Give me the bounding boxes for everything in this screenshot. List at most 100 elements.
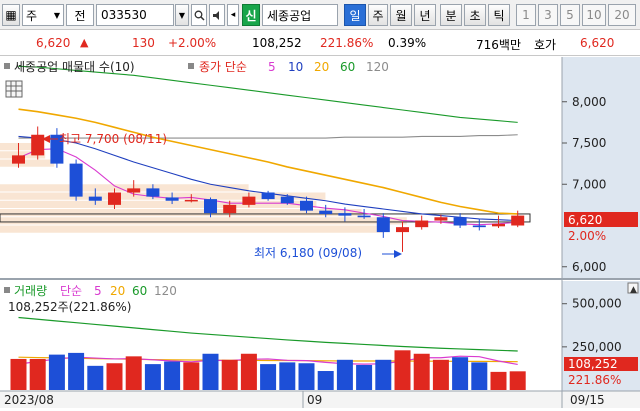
interval-button-5[interactable]: 5 xyxy=(560,4,580,26)
volume-bar xyxy=(87,365,104,390)
volume-bar xyxy=(452,357,469,390)
period-tab-second[interactable]: 초 xyxy=(464,4,486,26)
period-tab-week[interactable]: 주 xyxy=(368,4,388,26)
interval-button-10[interactable]: 10 xyxy=(582,4,606,26)
speaker-icon[interactable] xyxy=(209,4,225,26)
volume-bar xyxy=(125,356,142,390)
candle-body xyxy=(204,199,217,214)
volume-ma-60: 60 xyxy=(132,284,147,298)
search-glyph xyxy=(194,10,205,21)
period-tab-day[interactable]: 일 xyxy=(344,4,366,26)
volume-bar xyxy=(471,362,488,390)
sound-menu-icon[interactable]: ◂ xyxy=(227,4,239,26)
volume-profile-bar xyxy=(0,192,326,200)
volume-bar xyxy=(490,371,507,390)
candle-body xyxy=(146,188,160,197)
volume-bar xyxy=(10,358,27,390)
volume-bar xyxy=(202,353,219,390)
volume-bar xyxy=(164,361,181,390)
current-volume-tag-text: 108,252 xyxy=(568,357,618,371)
candle-body xyxy=(242,196,256,205)
candle-body xyxy=(108,192,121,205)
period-tab-year[interactable]: 년 xyxy=(414,4,436,26)
turnover-rate: 0.39% xyxy=(388,36,427,50)
price-change: 130 xyxy=(132,36,155,50)
volume-tick-label: 500,000 xyxy=(572,297,622,311)
search-icon[interactable] xyxy=(191,4,207,26)
volume-bar xyxy=(375,359,392,390)
stock-name-field[interactable]: 세종공업 xyxy=(262,4,338,26)
price-ma-label: 종가 단순 xyxy=(199,60,247,74)
volume-bar xyxy=(356,364,373,390)
trade-amount: 716백만 xyxy=(476,38,521,52)
candle-body xyxy=(396,227,409,233)
chevron-down-icon: ▼ xyxy=(53,10,60,20)
volume-bar xyxy=(48,354,65,390)
interval-button-3[interactable]: 3 xyxy=(538,4,558,26)
current-price: 6,620 xyxy=(36,36,71,50)
candle-body xyxy=(319,210,333,214)
stock-name: 세종공업 xyxy=(267,8,312,23)
price-ma-20: 20 xyxy=(314,60,329,74)
candle-body xyxy=(280,196,294,204)
volume-bar xyxy=(279,362,296,390)
market-select[interactable]: 주 ▼ xyxy=(22,4,64,26)
window-menu-icon[interactable]: ▦ xyxy=(2,4,20,26)
up-arrow-icon: ▲ xyxy=(80,36,89,49)
new-badge[interactable]: 신 xyxy=(242,4,260,26)
candle-body xyxy=(492,223,505,227)
volume-bar xyxy=(413,353,430,390)
current-volume-pct-text: 221.86% xyxy=(568,373,621,387)
price-volume-chart[interactable]: 8,000 7,500 7,000 6,000 500,000 250,000 세종공업 … xyxy=(0,57,640,408)
current-price-tag-text: 6,620 xyxy=(568,213,602,227)
volume-profile-bar xyxy=(0,217,407,225)
code-dropdown-icon[interactable]: ▼ xyxy=(175,4,189,26)
candle-body xyxy=(261,192,275,200)
x-label-end: 09/15 xyxy=(570,393,605,407)
price-tick-label: 6,000 xyxy=(572,260,606,274)
price-ma-60: 60 xyxy=(340,60,355,74)
stock-code: 033530 xyxy=(101,8,147,22)
candle-body xyxy=(88,196,102,201)
legend-marker xyxy=(188,63,194,69)
period-tab-minute[interactable]: 분 xyxy=(440,4,462,26)
candle-body xyxy=(223,204,237,214)
period-tab-month[interactable]: 월 xyxy=(390,4,412,26)
price-panel-bg xyxy=(0,57,562,278)
stock-code-input[interactable]: 033530 xyxy=(96,4,174,26)
candle-body xyxy=(357,215,371,218)
volume-bar xyxy=(68,352,85,390)
prev-button[interactable]: 전 xyxy=(66,4,94,26)
volume-ma-label: 단순 xyxy=(60,284,82,298)
price-tick-label: 7,500 xyxy=(572,136,606,150)
candle-body xyxy=(127,188,141,193)
speaker-glyph xyxy=(212,10,219,20)
candle-body xyxy=(31,134,45,156)
volume-ma-20: 20 xyxy=(110,284,125,298)
candle-body xyxy=(434,217,448,221)
chart-area[interactable]: 8,000 7,500 7,000 6,000 500,000 250,000 세종공업 … xyxy=(0,57,640,408)
toolbar: ▦ 주 ▼ 전 033530 ▼ ◂ 신 세종공업 일 주 월 년 분 초 틱 … xyxy=(0,0,640,30)
volume-profile-bar xyxy=(0,200,317,208)
price-change-pct: +2.00% xyxy=(168,36,217,50)
chevron-up-icon: ▲ xyxy=(630,285,637,295)
volume-bar xyxy=(509,371,526,390)
interval-button-20[interactable]: 20 xyxy=(608,4,636,26)
price-legend-name: 세종공업 매물대 수(10) xyxy=(14,60,135,74)
volume-ma-5: 5 xyxy=(94,284,102,298)
volume-bar xyxy=(240,353,257,390)
quote-bar: 6,620 ▲ 130 +2.00% 108,252 221.86% 0.39%… xyxy=(0,30,640,56)
x-label-start: 2023/08 xyxy=(4,393,54,407)
price-tick-label: 7,000 xyxy=(572,177,606,191)
candle-body xyxy=(415,220,429,228)
volume-bar xyxy=(298,363,315,390)
price-ma-120: 120 xyxy=(366,60,389,74)
low-annotation-text: 최저 6,180 (09/08) xyxy=(254,246,362,260)
market-label: 주 xyxy=(26,8,38,23)
chart-table-button[interactable] xyxy=(5,80,23,98)
high-annotation-text: 최고 7,700 (08/11) xyxy=(59,132,167,146)
period-tab-tick[interactable]: 틱 xyxy=(488,4,510,26)
price-tick-label: 8,000 xyxy=(572,95,606,109)
interval-button-1[interactable]: 1 xyxy=(516,4,536,26)
candle-body xyxy=(338,213,352,216)
